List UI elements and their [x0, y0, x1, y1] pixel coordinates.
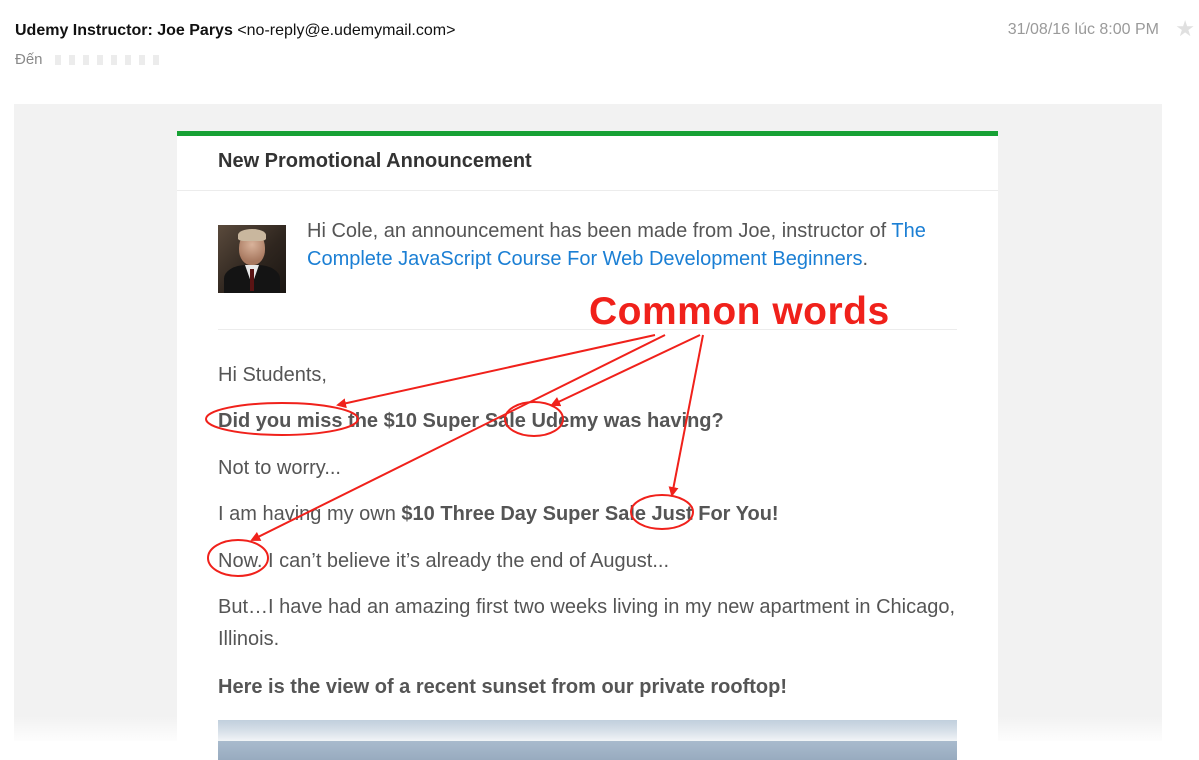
sent-date: 31/08/16 lúc 8:00 PM	[1007, 21, 1159, 38]
body-line-1: Did you miss the $10 Super Sale Udemy wa…	[218, 410, 724, 433]
intro-text: Hi Cole, an announcement has been made f…	[307, 220, 887, 242]
mail-header: Udemy Instructor: Joe Parys <no-reply@e.…	[0, 0, 1199, 100]
recipient-line: Đến	[15, 51, 165, 68]
body-line-3-bold: $10 Three Day Super Sale Just For You!	[401, 503, 779, 525]
to-label: Đến	[15, 51, 43, 68]
scroll-fade	[0, 716, 1199, 741]
intro-period: .	[862, 248, 869, 270]
email-body-background: New Promotional Announcement Hi Cole, an…	[14, 104, 1162, 760]
star-icon[interactable]: ★	[1175, 16, 1195, 42]
instructor-avatar	[218, 225, 286, 293]
recipient-redacted	[54, 55, 165, 66]
sender-name[interactable]: Udemy Instructor: Joe Parys	[15, 22, 233, 39]
body-line-3: I am having my own $10 Three Day Super S…	[218, 503, 779, 526]
sender-email[interactable]: <no-reply@e.udemymail.com>	[237, 22, 455, 39]
body-line-6-text: Here is the view of a recent sunset from…	[218, 676, 788, 698]
announcement-title: New Promotional Announcement	[218, 150, 532, 172]
announcement-intro: Hi Cole, an announcement has been made f…	[307, 217, 957, 273]
divider	[177, 190, 998, 191]
body-line-5: But…I have had an amazing first two week…	[218, 596, 956, 650]
sender-line: Udemy Instructor: Joe Parys <no-reply@e.…	[15, 22, 455, 40]
greeting-text: Hi Students,	[218, 364, 327, 386]
annotation-label: Common words	[589, 290, 890, 333]
body-line-2: Not to worry...	[218, 457, 341, 479]
body-line-4: Now. I can’t believe it’s already the en…	[218, 550, 670, 572]
email-card: New Promotional Announcement Hi Cole, an…	[177, 131, 998, 760]
body-line-3-prefix: I am having my own	[218, 503, 402, 525]
body-line-1-text: Did you miss the $10 Super Sale Udemy wa…	[218, 410, 724, 432]
body-line-6: Here is the view of a recent sunset from…	[218, 676, 787, 699]
